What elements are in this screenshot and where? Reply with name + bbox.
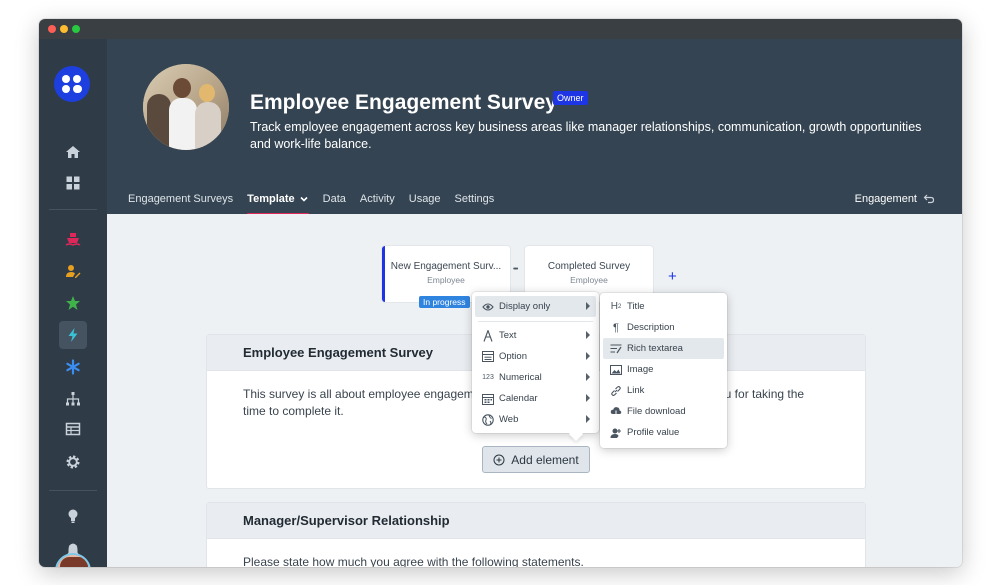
table-icon[interactable] [59, 415, 87, 443]
sidebar [39, 39, 107, 567]
asterisk-icon[interactable] [59, 353, 87, 381]
page-title: Employee Engagement Survey [250, 91, 557, 114]
title-bar [39, 19, 962, 39]
numeric-icon: 123 [482, 374, 494, 381]
section-text-right: ou for taking the [718, 387, 805, 401]
tab-activity[interactable]: Activity [360, 190, 395, 208]
home-icon[interactable] [59, 138, 87, 166]
display-only-submenu: H2 Title ¶ Description Rich textarea Ima… [600, 293, 727, 448]
submenu-item-profile-value[interactable]: Profile value [603, 422, 724, 443]
submenu-item-description[interactable]: ¶ Description [603, 317, 724, 338]
section-body: Please state how much you agree with the… [243, 555, 584, 567]
section-card: Manager/Supervisor Relationship Please s… [206, 502, 866, 567]
gear-icon[interactable] [59, 448, 87, 476]
profile-value-icon [609, 426, 623, 440]
menu-item-display-only[interactable]: Display only [475, 296, 596, 317]
rich-text-icon [609, 342, 623, 356]
eye-icon [481, 300, 495, 314]
status-badge: In progress [419, 296, 470, 308]
stage-name: New Engagement Surv... [390, 261, 502, 272]
dashboard-icon[interactable] [59, 169, 87, 197]
stage-more-button[interactable]: ••• [513, 266, 518, 273]
workspace-logo[interactable] [54, 66, 90, 102]
header-tabs: Engagement Surveys Template Data Activit… [128, 190, 508, 216]
app-window: Employee Engagement Survey Owner Track e… [39, 19, 962, 567]
engagement-label: Engagement [854, 193, 917, 205]
stage-name: Completed Survey [547, 261, 631, 272]
page-description: Track employee engagement across key bus… [250, 120, 922, 151]
page-header: Employee Engagement Survey Owner Track e… [107, 39, 962, 216]
submenu-arrow-icon [586, 415, 590, 423]
bolt-icon[interactable] [59, 321, 87, 349]
section-text-left: This survey is all about employee engage… [243, 387, 474, 401]
stage-role: Employee [427, 275, 465, 285]
lightbulb-icon[interactable] [59, 502, 87, 530]
return-arrow-icon [923, 194, 935, 204]
zoom-dot[interactable] [72, 25, 80, 33]
menu-item-calendar[interactable]: Calendar [475, 388, 596, 409]
submenu-arrow-icon [586, 394, 590, 402]
tab-usage[interactable]: Usage [409, 190, 441, 208]
survey-cover-photo [143, 64, 229, 150]
submenu-arrow-icon [586, 331, 590, 339]
link-icon [609, 384, 623, 398]
ship-icon[interactable] [59, 225, 87, 253]
chevron-down-icon [300, 196, 308, 202]
org-chart-icon[interactable] [59, 385, 87, 413]
minimize-dot[interactable] [60, 25, 68, 33]
sidebar-divider-bottom [49, 490, 97, 491]
user-edit-icon[interactable] [59, 257, 87, 285]
menu-item-web[interactable]: Web [475, 409, 596, 430]
submenu-arrow-icon [586, 302, 590, 310]
engagement-link[interactable]: Engagement [855, 190, 935, 208]
tab-data[interactable]: Data [323, 190, 346, 208]
stage-role: Employee [570, 275, 608, 285]
add-element-button[interactable]: Add element [482, 446, 590, 473]
add-stage-button[interactable]: + [668, 268, 677, 285]
star-icon[interactable] [59, 289, 87, 317]
tab-template-label: Template [247, 193, 295, 205]
owner-badge: Owner [553, 91, 588, 105]
tab-template[interactable]: Template [247, 190, 309, 216]
close-dot[interactable] [48, 25, 56, 33]
tab-settings[interactable]: Settings [455, 190, 495, 208]
add-element-label: Add element [511, 452, 579, 467]
text-a-icon [481, 329, 495, 343]
submenu-item-title[interactable]: H2 Title [603, 296, 724, 317]
sidebar-divider [49, 209, 97, 210]
stage-active-bar [382, 246, 385, 302]
list-icon [481, 350, 495, 364]
globe-icon [481, 413, 495, 427]
section-title: Manager/Supervisor Relationship [207, 503, 865, 539]
cloud-download-icon [609, 405, 623, 419]
calendar-icon [481, 392, 495, 406]
tab-engagement-surveys[interactable]: Engagement Surveys [128, 190, 233, 208]
plus-circle-icon [493, 454, 505, 465]
menu-divider [478, 321, 593, 322]
image-icon [609, 363, 623, 377]
submenu-item-image[interactable]: Image [603, 359, 724, 380]
submenu-item-file-download[interactable]: File download [603, 401, 724, 422]
menu-item-numerical[interactable]: 123 Numerical [475, 367, 596, 388]
menu-item-option[interactable]: Option [475, 346, 596, 367]
template-canvas: New Engagement Surv... Employee ••• Comp… [107, 214, 962, 567]
submenu-arrow-icon [586, 352, 590, 360]
submenu-item-link[interactable]: Link [603, 380, 724, 401]
pilcrow-icon: ¶ [613, 321, 619, 334]
element-type-menu: Display only Text Option 123 Numerical C… [472, 292, 599, 433]
menu-item-text[interactable]: Text [475, 325, 596, 346]
heading-icon: H2 [610, 301, 622, 312]
submenu-item-rich-textarea[interactable]: Rich textarea [603, 338, 724, 359]
submenu-arrow-icon [586, 373, 590, 381]
